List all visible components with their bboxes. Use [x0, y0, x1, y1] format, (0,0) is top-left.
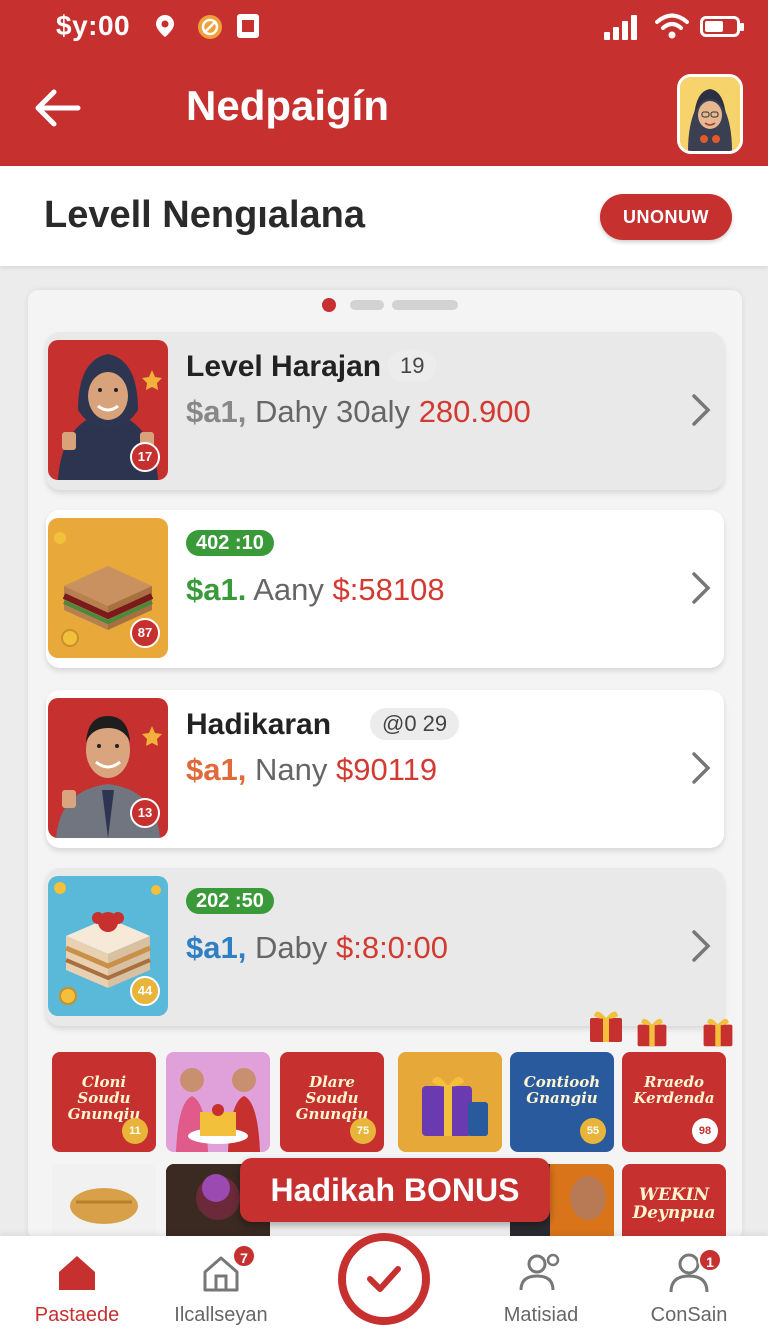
- promo-title: WEKIN Deynpua: [632, 1185, 716, 1223]
- gift-icon: [634, 1012, 670, 1048]
- users-icon: [517, 1248, 565, 1296]
- promo-badge: 75: [350, 1118, 376, 1144]
- salary-label: $a1,: [186, 752, 247, 787]
- promo-title: Contiooh Gnangiu: [523, 1073, 601, 1107]
- salary-label: $a1,: [186, 930, 247, 965]
- salary-label: $a1,: [186, 394, 247, 429]
- period-label: Nany: [254, 752, 328, 787]
- wifi-icon: [655, 12, 689, 40]
- battery-icon: [700, 16, 744, 37]
- nav-item-ilcallseyan[interactable]: 7 Ilcallseyan: [146, 1236, 296, 1344]
- promo-tile[interactable]: [166, 1052, 270, 1152]
- amount-value: $90119: [335, 752, 438, 787]
- level-tag: @0 29: [370, 708, 460, 740]
- notification-badge: 1: [698, 1248, 722, 1272]
- carousel-dot[interactable]: [350, 300, 384, 310]
- level-badge: 13: [130, 798, 160, 828]
- level-badge: 87: [130, 618, 160, 648]
- card-title: Hadikaran: [186, 708, 332, 741]
- back-arrow-icon[interactable]: [30, 84, 86, 132]
- level-card[interactable]: 44 202 :50 $a1, Daby $:8:0:00: [46, 868, 724, 1026]
- nav-label: ConSain: [650, 1304, 728, 1326]
- time-tag: 402 :10: [186, 530, 274, 556]
- app-notification-icon-2: [236, 13, 262, 39]
- nav-item-consain[interactable]: 1 ConSain: [614, 1236, 764, 1344]
- nav-item-pastaede[interactable]: Pastaede: [2, 1236, 152, 1344]
- app-header: $y:00 Nedpaigín: [0, 0, 768, 166]
- promo-tile[interactable]: Rraedo Kerdenda 98: [622, 1052, 726, 1152]
- family-cake-image: [166, 1052, 270, 1152]
- chevron-right-icon: [690, 570, 712, 606]
- level-badge: 44: [130, 976, 160, 1006]
- level-card[interactable]: 17 Level Harajan 19 $a1, Dahy 30aly 280.…: [46, 332, 724, 490]
- status-bar: $y:00: [0, 0, 768, 54]
- app-notification-icon: [196, 13, 222, 39]
- status-time: $y:00: [56, 10, 131, 41]
- home-icon: [53, 1248, 101, 1296]
- gift-box-image: [398, 1052, 502, 1152]
- notification-badge: 7: [232, 1244, 256, 1268]
- amount-value: 280.900: [418, 394, 531, 429]
- bonus-button[interactable]: Hadikah BONUS: [240, 1158, 550, 1222]
- section-heading: Levell Nengıalana: [44, 194, 366, 236]
- salary-label: $a1.: [186, 572, 247, 607]
- card-detail: $a1, Dahy 30aly 280.900: [186, 394, 531, 430]
- location-icon: [152, 13, 178, 39]
- nav-item-matisiad[interactable]: Matisiad: [466, 1236, 616, 1344]
- nav-label: Pastaede: [34, 1304, 120, 1326]
- profile-avatar[interactable]: [677, 74, 743, 154]
- promo-title: Rraedo Kerdenda: [633, 1073, 715, 1107]
- chevron-right-icon: [690, 750, 712, 786]
- card-title: Level Harajan: [186, 350, 382, 383]
- card-detail: $a1. Aany $:58108: [186, 572, 445, 608]
- promo-badge: 11: [122, 1118, 148, 1144]
- unonuw-button[interactable]: UNONUW: [600, 194, 732, 240]
- carousel-dot-active[interactable]: [322, 298, 336, 312]
- promo-title: Cloni Soudu Gnunqiu: [67, 1073, 141, 1123]
- period-label: Aany: [253, 572, 324, 607]
- card-detail: $a1, Daby $:8:0:00: [186, 930, 448, 966]
- nav-label: Matisiad: [503, 1304, 579, 1326]
- check-action-button[interactable]: [338, 1233, 430, 1325]
- page-title: Nedpaigín: [186, 82, 390, 129]
- gift-icon: [700, 1012, 736, 1048]
- period-label: Dahy 30aly: [254, 394, 411, 429]
- gift-icon: [586, 1004, 626, 1044]
- amount-value: $:58108: [332, 572, 445, 607]
- promo-tile[interactable]: [398, 1052, 502, 1152]
- carousel-dot[interactable]: [392, 300, 458, 310]
- time-tag: 202 :50: [186, 888, 274, 914]
- promo-badge: 55: [580, 1118, 606, 1144]
- promo-tile[interactable]: Contiooh Gnangiu 55: [510, 1052, 614, 1152]
- level-card[interactable]: 87 402 :10 $a1. Aany $:58108: [46, 510, 724, 668]
- card-detail: $a1, Nany $90119: [186, 752, 437, 788]
- chevron-right-icon: [690, 928, 712, 964]
- period-label: Daby: [254, 930, 328, 965]
- promo-tile[interactable]: Dlare Soudu Gnunqiu 75: [280, 1052, 384, 1152]
- promo-title: Dlare Soudu Gnunqiu: [295, 1073, 369, 1123]
- check-icon: [367, 1266, 401, 1292]
- chevron-right-icon: [690, 392, 712, 428]
- nav-label: Ilcallseyan: [174, 1304, 268, 1326]
- amount-value: $:8:0:00: [335, 930, 449, 965]
- promo-badge: 98: [692, 1118, 718, 1144]
- signal-icon: [604, 14, 640, 40]
- level-tag: 19: [388, 350, 437, 382]
- promo-tile[interactable]: Cloni Soudu Gnunqiu 11: [52, 1052, 156, 1152]
- level-badge: 17: [130, 442, 160, 472]
- level-card[interactable]: 13 Hadikaran @0 29 $a1, Nany $90119: [46, 690, 724, 848]
